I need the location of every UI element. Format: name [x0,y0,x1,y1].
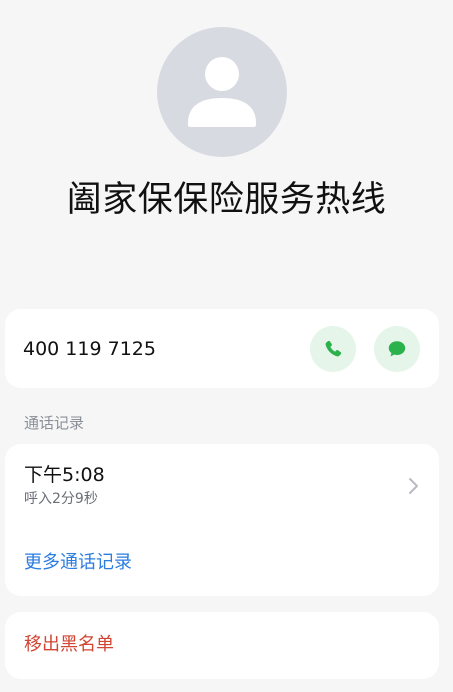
phone-icon [325,340,342,357]
call-time: 下午5:08 [24,464,105,486]
message-icon [388,341,406,357]
contact-avatar [157,27,287,157]
call-history-card: 下午5:08 呼入2分9秒 更多通话记录 [5,444,439,596]
call-detail: 呼入2分9秒 [24,491,98,507]
more-call-history-link[interactable]: 更多通话记录 [24,550,132,576]
contact-name: 阖家保保险服务热线 [66,180,387,220]
blacklist-card: 移出黑名单 [5,612,439,679]
call-history-row[interactable]: 下午5:08 呼入2分9秒 [5,444,439,520]
phone-number-card: 400 119 7125 [5,309,439,388]
phone-number[interactable]: 400 119 7125 [23,336,156,362]
call-button[interactable] [310,326,356,372]
chevron-right-icon [409,478,418,494]
remove-from-blacklist-button[interactable]: 移出黑名单 [24,632,114,658]
person-icon [188,57,256,127]
call-history-section-label: 通话记录 [24,414,85,432]
message-button[interactable] [374,326,420,372]
